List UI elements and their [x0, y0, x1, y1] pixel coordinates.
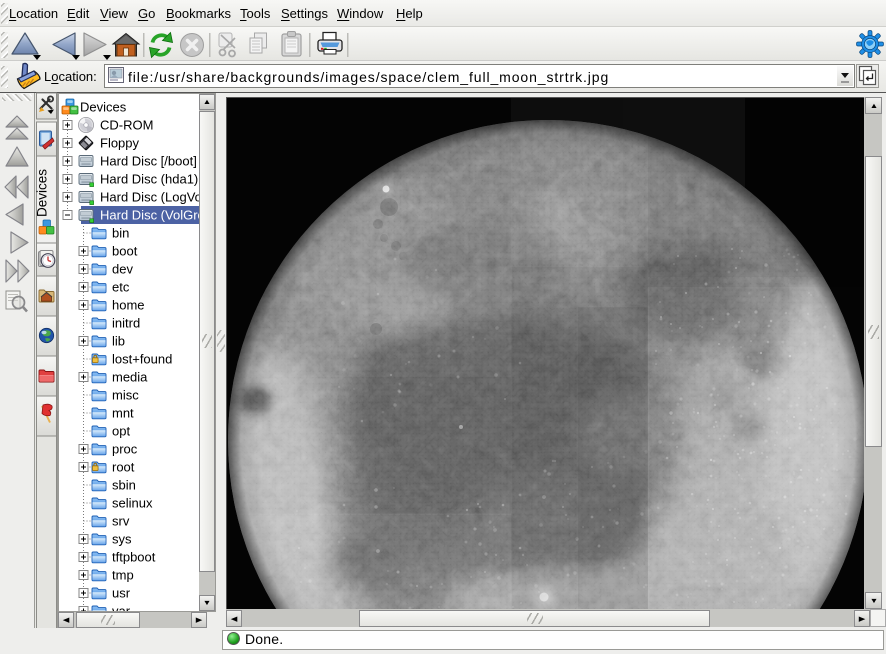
svg-text:initrd: initrd — [112, 316, 140, 331]
svg-text:root: root — [112, 460, 135, 475]
svg-text:media: media — [112, 370, 148, 385]
svg-text:opt: opt — [112, 424, 130, 439]
svg-text:sbin: sbin — [112, 478, 136, 493]
svg-text:Floppy: Floppy — [100, 136, 140, 151]
svg-text:srv: srv — [112, 514, 130, 529]
svg-text:misc: misc — [112, 388, 139, 403]
svg-text:tftpboot: tftpboot — [112, 550, 156, 565]
svg-text:dev: dev — [112, 262, 133, 277]
svg-text:tmp: tmp — [112, 568, 134, 583]
svg-text:home: home — [112, 298, 145, 313]
svg-text:lost+found: lost+found — [112, 352, 172, 367]
svg-text:Devices: Devices — [80, 100, 127, 115]
svg-text:CD-ROM: CD-ROM — [100, 118, 153, 133]
svg-text:bin: bin — [112, 226, 129, 241]
svg-text:mnt: mnt — [112, 406, 134, 421]
svg-text:Hard Disc (LogVol0: Hard Disc (LogVol0 — [100, 190, 199, 205]
svg-text:selinux: selinux — [112, 496, 153, 511]
svg-text:Hard Disc (VolGrou: Hard Disc (VolGrou — [100, 208, 199, 223]
svg-text:etc: etc — [112, 280, 130, 295]
svg-text:usr: usr — [112, 586, 131, 601]
svg-text:sys: sys — [112, 532, 132, 547]
svg-text:boot: boot — [112, 244, 138, 259]
svg-text:Hard Disc (hda1) [/: Hard Disc (hda1) [/ — [100, 172, 199, 187]
svg-text:lib: lib — [112, 334, 125, 349]
svg-text:Hard Disc [/boot]: Hard Disc [/boot] — [100, 154, 197, 169]
svg-text:var: var — [112, 604, 131, 612]
svg-text:proc: proc — [112, 442, 138, 457]
svg-text:Devices: Devices — [36, 169, 50, 217]
